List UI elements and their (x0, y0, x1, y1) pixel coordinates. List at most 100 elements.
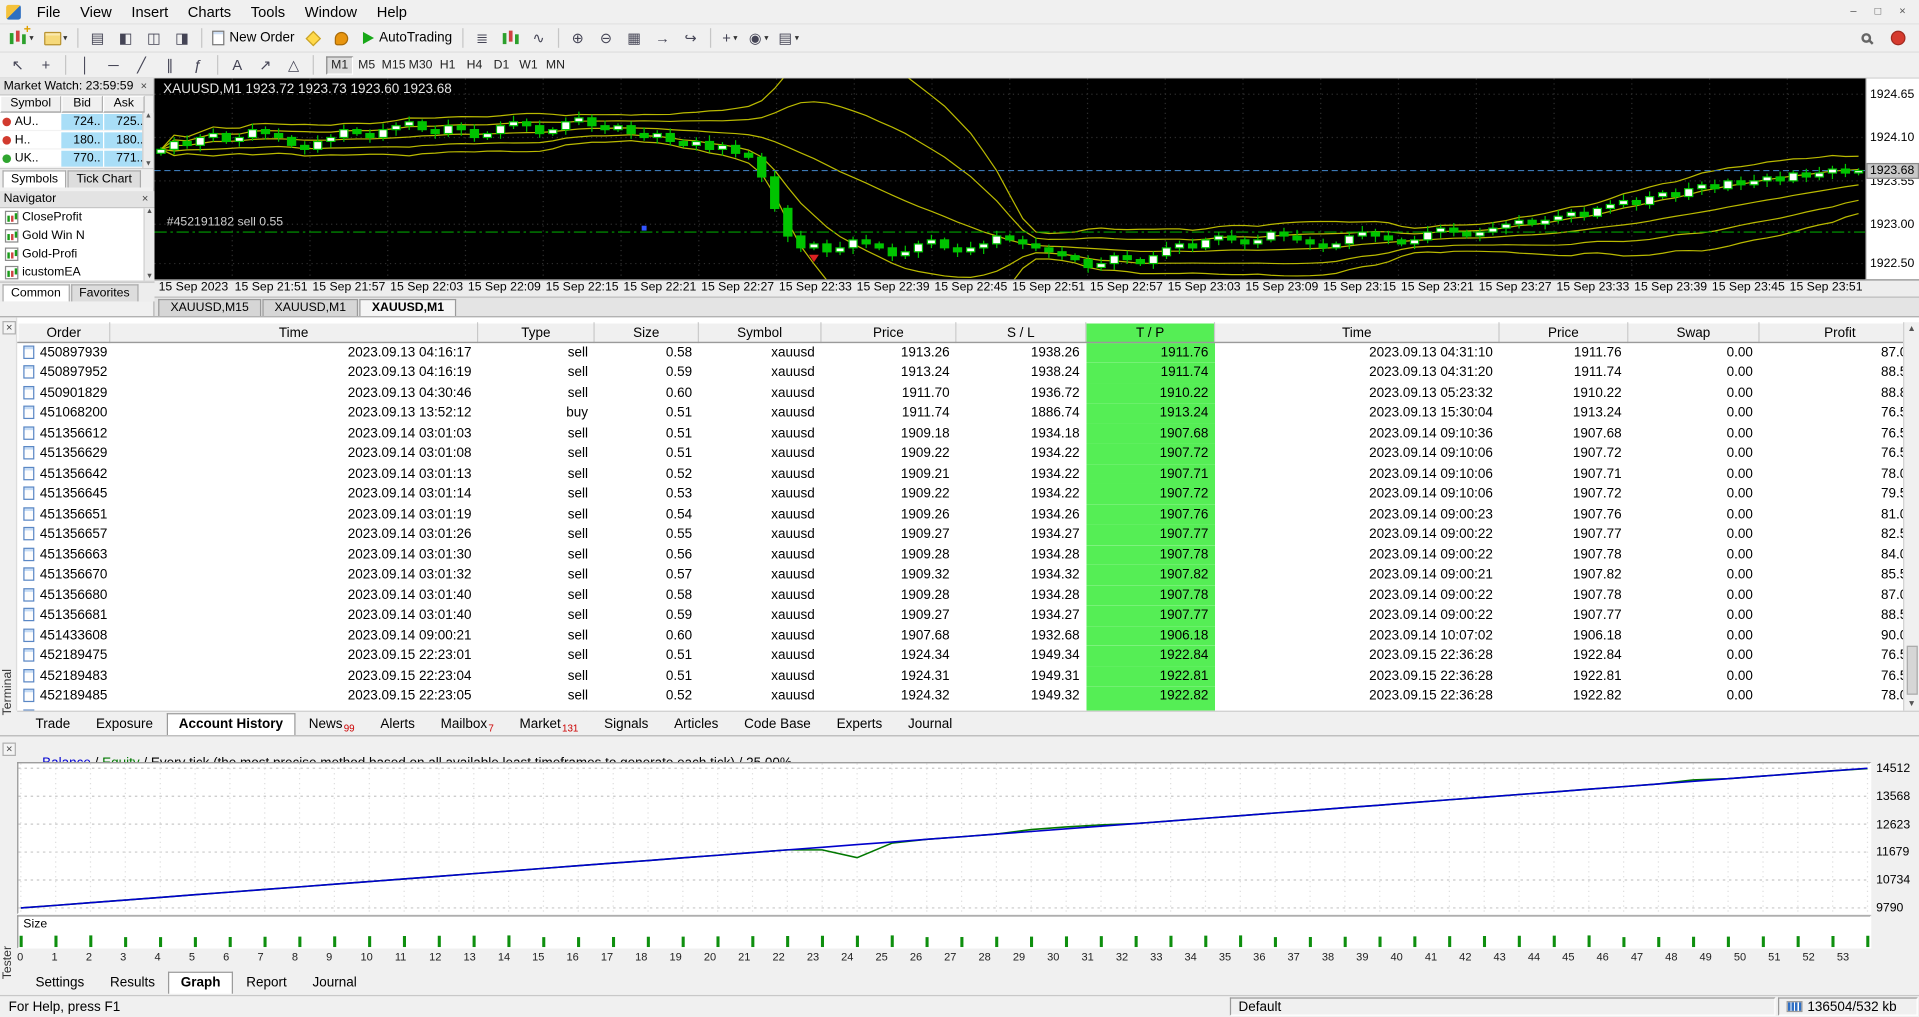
market-watch-column-symbol[interactable]: Symbol (0, 95, 62, 113)
status-profile[interactable]: Default (1229, 997, 1776, 1016)
history-column-symbol-4[interactable]: Symbol (697, 322, 822, 344)
templates-button[interactable]: ▤ ▾ (775, 26, 803, 49)
terminal-close-icon[interactable]: × (2, 321, 16, 335)
tester-tab-report[interactable]: Report (234, 972, 299, 994)
timeframe-h1[interactable]: H1 (434, 56, 461, 74)
scroll-down-icon[interactable]: ▼ (145, 161, 152, 168)
scroll-down-icon[interactable]: ▼ (146, 273, 153, 280)
history-row[interactable]: 452189485 2023.09.15 22:23:05 sell 0.52 xauu… (18, 686, 1919, 707)
history-column-time-1[interactable]: Time (109, 322, 479, 344)
timeframe-m1[interactable]: M1 (326, 55, 354, 75)
history-row[interactable]: 451068200 2023.09.13 13:52:12 buy 0.51 xauus… (18, 403, 1919, 424)
menu-tools[interactable]: Tools (241, 1, 295, 23)
timeframe-m30[interactable]: M30 (407, 56, 434, 74)
history-column-size-3[interactable]: Size (593, 322, 699, 344)
line-chart-mode-button[interactable]: ∿ (526, 26, 552, 49)
zoom-out-button[interactable]: ⊖ (593, 26, 619, 49)
history-row[interactable]: 451356629 2023.09.14 03:01:08 sell 0.51 xauu… (18, 443, 1919, 464)
auto-scroll-button[interactable]: → (650, 26, 676, 49)
tester-tab-settings[interactable]: Settings (23, 972, 96, 994)
terminal-tab-code-base[interactable]: Code Base (732, 713, 823, 735)
history-scrollbar[interactable]: ▲ ▼ (1903, 322, 1919, 711)
history-row[interactable]: 450897952 2023.09.13 04:16:19 sell 0.59 xauu… (18, 362, 1919, 383)
market-watch-tab-tick-chart[interactable]: Tick Chart (67, 170, 141, 188)
navigator-item-gold-win-n[interactable]: Gold Win N (0, 227, 155, 245)
autotrading-button[interactable]: AutoTrading (357, 26, 456, 49)
menu-insert[interactable]: Insert (122, 1, 178, 23)
timeframe-mn[interactable]: MN (542, 56, 569, 74)
history-column-type-2[interactable]: Type (476, 322, 595, 344)
channel-button[interactable]: ∥ (157, 53, 183, 76)
scroll-down-icon[interactable]: ▼ (1907, 697, 1916, 710)
history-row[interactable]: 450901829 2023.09.13 04:30:46 sell 0.60 xauu… (18, 382, 1919, 404)
chart-shift-button[interactable]: ↪ (678, 26, 704, 49)
time-axis[interactable]: 15 Sep 2023 15 Sep 21:51 15 Sep 21:57 15 Se… (154, 279, 1919, 297)
chart-tab-1[interactable]: XAUUSD,M1 (262, 298, 359, 317)
horizontal-line-button[interactable]: ─ (101, 53, 127, 76)
chart-window[interactable]: XAUUSD,M1 1923.72 1923.73 1923.60 1923.6… (154, 78, 1919, 297)
crosshair-button[interactable]: + (33, 53, 59, 76)
indicators-button[interactable]: + ▾ (717, 26, 743, 49)
terminal-tab-articles[interactable]: Articles (662, 713, 731, 735)
alert-button[interactable] (329, 26, 355, 49)
menu-help[interactable]: Help (367, 1, 417, 23)
history-row[interactable]: 451356657 2023.09.14 03:01:26 sell 0.55 xauu… (18, 524, 1919, 545)
history-column-t-p-7[interactable]: T / P (1085, 322, 1216, 344)
terminal-tab-news[interactable]: News99 (296, 713, 366, 735)
scrollbar-thumb[interactable] (1906, 645, 1918, 695)
terminal-tab-mailbox[interactable]: Mailbox7 (428, 713, 506, 735)
history-column-price-5[interactable]: Price (820, 322, 957, 344)
scroll-up-icon[interactable]: ▲ (145, 113, 152, 120)
trendline-button[interactable]: ╱ (129, 53, 155, 76)
candlestick-chart[interactable] (154, 78, 1866, 280)
history-row[interactable]: 450897939 2023.09.13 04:16:17 sell 0.58 xauu… (18, 342, 1919, 363)
navigator-close-icon[interactable]: × (139, 193, 150, 205)
price-scale[interactable]: 1924.65 1924.10 1923.55 1923.00 1922.50 1923.… (1865, 78, 1919, 280)
cursor-button[interactable]: ↖ (5, 53, 31, 76)
menu-file[interactable]: File (27, 1, 70, 23)
terminal-toggle-button[interactable]: ◫ (141, 26, 167, 49)
history-column-time-8[interactable]: Time (1213, 322, 1500, 344)
scroll-up-icon[interactable]: ▲ (1907, 322, 1916, 335)
navigator-toggle-button[interactable]: ◧ (113, 26, 139, 49)
bar-chart-mode-button[interactable]: ≣ (469, 26, 495, 49)
chart-tab-2[interactable]: XAUUSD,M1 (359, 298, 457, 317)
history-row[interactable]: 451356680 2023.09.14 03:01:40 sell 0.58 xauu… (18, 585, 1919, 606)
vertical-line-button[interactable]: │ (72, 53, 98, 76)
profiles-button[interactable]: ▾ (40, 26, 71, 49)
timeframe-h4[interactable]: H4 (461, 56, 488, 74)
fibonacci-button[interactable]: ƒ (185, 53, 211, 76)
terminal-tab-alerts[interactable]: Alerts (368, 713, 427, 735)
history-row[interactable]: 451356612 2023.09.14 03:01:03 sell 0.51 xauu… (18, 423, 1919, 444)
tester-graph[interactable] (17, 762, 1872, 915)
terminal-tab-account-history[interactable]: Account History (166, 713, 296, 736)
market-watch-row-uk[interactable]: UK.. 770.. 771.. (0, 149, 154, 168)
shapes-tool-button[interactable]: △ (281, 53, 307, 76)
navigator-item-gold-profi[interactable]: Gold-Profi (0, 245, 155, 263)
history-row[interactable]: 451356651 2023.09.14 03:01:19 sell 0.54 xauu… (18, 504, 1919, 525)
navigator-scrollbar[interactable]: ▲ ▼ (143, 208, 155, 281)
tester-tab-graph[interactable]: Graph (168, 971, 233, 994)
history-row[interactable]: 451356642 2023.09.14 03:01:13 sell 0.52 xauu… (18, 463, 1919, 484)
strategy-tester-button[interactable]: ◨ (169, 26, 195, 49)
timeframe-w1[interactable]: W1 (515, 56, 542, 74)
terminal-tab-exposure[interactable]: Exposure (84, 713, 166, 735)
navigator-item-icustomea[interactable]: icustomEA (0, 263, 155, 281)
tile-windows-button[interactable]: ▦ (621, 26, 647, 49)
market-watch-tab-symbols[interactable]: Symbols (2, 170, 67, 188)
market-watch-row-h[interactable]: H.. 180.. 180.. (0, 131, 154, 150)
tester-tab-results[interactable]: Results (98, 972, 168, 994)
timeframe-d1[interactable]: D1 (488, 56, 515, 74)
navigator-tab-favorites[interactable]: Favorites (70, 284, 139, 302)
metaeditor-button[interactable] (301, 26, 327, 49)
navigator-tab-common[interactable]: Common (2, 284, 70, 302)
history-column-swap-10[interactable]: Swap (1627, 322, 1760, 344)
history-column-order-0[interactable]: Order (17, 322, 111, 344)
balance-equity-chart[interactable] (18, 763, 1870, 913)
market-watch-scrollbar[interactable]: ▲ ▼ (142, 112, 154, 168)
terminal-tab-journal[interactable]: Journal (896, 713, 965, 735)
history-column-s-l-6[interactable]: S / L (955, 322, 1087, 344)
text-label-button[interactable]: A (224, 53, 250, 76)
chart-tab-0[interactable]: XAUUSD,M15 (158, 298, 262, 317)
maximize-button[interactable]: □ (1868, 3, 1889, 20)
